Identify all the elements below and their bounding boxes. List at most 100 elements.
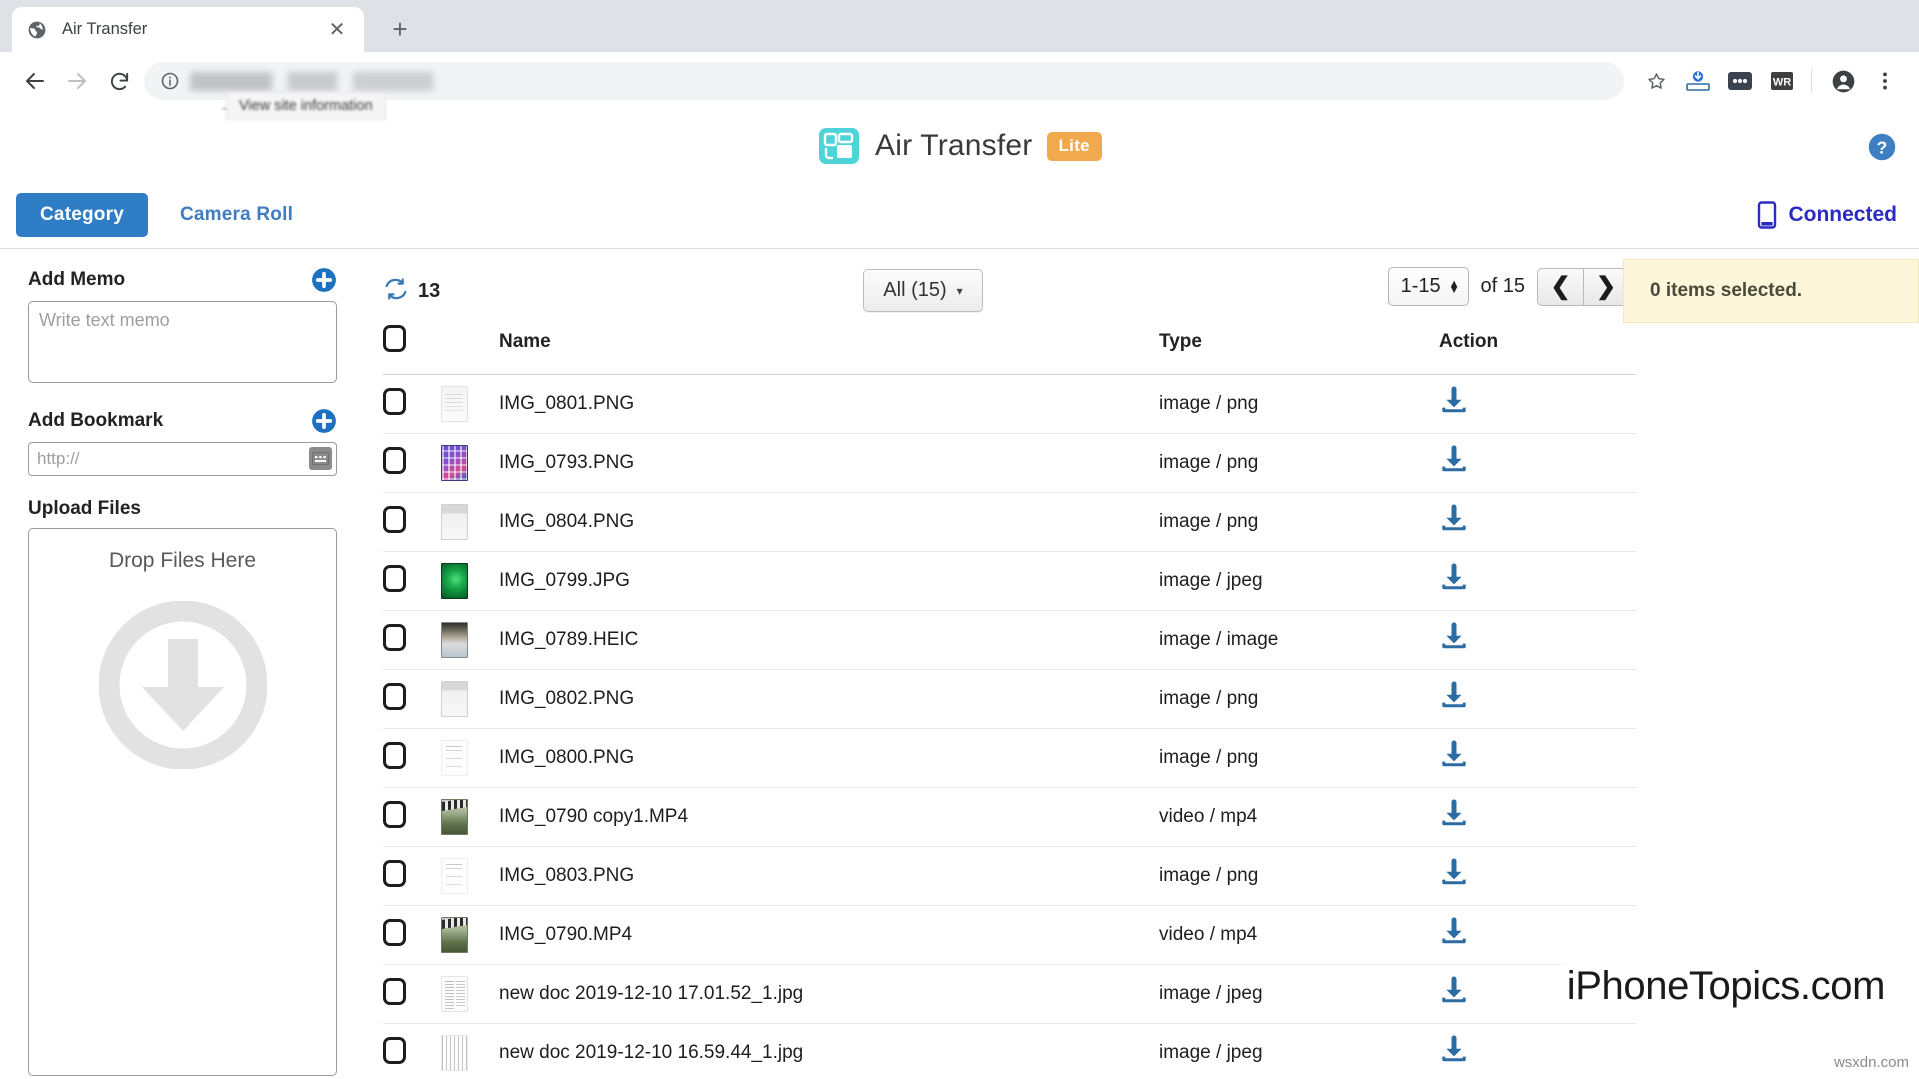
prev-page-button[interactable]: ❮ bbox=[1537, 268, 1583, 306]
extension-puzzle-icon[interactable] bbox=[1678, 61, 1718, 101]
row-action-cell bbox=[1439, 906, 1636, 965]
table-row[interactable]: IMG_0793.PNGimage / png bbox=[383, 434, 1636, 493]
row-name-cell[interactable]: IMG_0790 copy1.MP4 bbox=[499, 788, 1159, 847]
name-column-header[interactable]: Name bbox=[499, 315, 1159, 375]
table-row[interactable]: IMG_0801.PNGimage / png bbox=[383, 375, 1636, 434]
filter-dropdown[interactable]: All (15) ▾ bbox=[863, 269, 983, 312]
row-name-cell[interactable]: IMG_0803.PNG bbox=[499, 847, 1159, 906]
memo-textarea[interactable] bbox=[28, 301, 337, 383]
browser-tab-title: Air Transfer bbox=[62, 20, 324, 39]
three-dot-menu-icon[interactable] bbox=[1865, 61, 1905, 101]
tab-category[interactable]: Category bbox=[16, 193, 148, 237]
row-checkbox[interactable] bbox=[383, 447, 406, 474]
download-icon[interactable] bbox=[1439, 622, 1469, 652]
forward-icon[interactable] bbox=[56, 60, 98, 102]
download-icon[interactable] bbox=[1439, 740, 1469, 770]
download-icon[interactable] bbox=[1439, 681, 1469, 711]
row-thumbnail-cell bbox=[441, 611, 499, 670]
address-bar-url[interactable] bbox=[190, 72, 500, 91]
row-checkbox[interactable] bbox=[383, 388, 406, 415]
site-info-tooltip: View site information bbox=[226, 92, 386, 120]
row-name-cell[interactable]: new doc 2019-12-10 16.59.44_1.jpg bbox=[499, 1024, 1159, 1079]
file-list-toolbar: 13 All (15) ▾ 1-15 ▲▼ of 15 ❮ ❯ bbox=[373, 267, 1919, 315]
download-icon[interactable] bbox=[1439, 1035, 1469, 1065]
row-checkbox-cell bbox=[383, 670, 441, 729]
row-name-cell[interactable]: IMG_0789.HEIC bbox=[499, 611, 1159, 670]
row-checkbox[interactable] bbox=[383, 506, 406, 533]
download-icon[interactable] bbox=[1439, 799, 1469, 829]
type-column-header[interactable]: Type bbox=[1159, 315, 1439, 375]
file-thumbnail-icon bbox=[441, 504, 468, 540]
table-row[interactable]: IMG_0790 copy1.MP4video / mp4 bbox=[383, 788, 1636, 847]
row-name-cell[interactable]: IMG_0790.MP4 bbox=[499, 906, 1159, 965]
more-dots-icon[interactable] bbox=[1720, 61, 1760, 101]
select-all-checkbox[interactable] bbox=[383, 325, 406, 352]
reload-icon[interactable] bbox=[98, 60, 140, 102]
row-type-cell: image / jpeg bbox=[1159, 1024, 1439, 1079]
row-checkbox[interactable] bbox=[383, 919, 406, 946]
table-row[interactable]: IMG_0799.JPGimage / jpeg bbox=[383, 552, 1636, 611]
row-checkbox[interactable] bbox=[383, 742, 406, 769]
row-checkbox[interactable] bbox=[383, 1037, 406, 1064]
refresh-group[interactable]: 13 bbox=[383, 276, 440, 307]
download-icon[interactable] bbox=[1439, 563, 1469, 593]
download-icon[interactable] bbox=[1439, 386, 1469, 416]
file-thumbnail-icon bbox=[441, 740, 468, 776]
row-name-cell[interactable]: IMG_0799.JPG bbox=[499, 552, 1159, 611]
browser-tab[interactable]: Air Transfer ✕ bbox=[12, 7, 364, 52]
row-checkbox[interactable] bbox=[383, 565, 406, 592]
star-icon[interactable] bbox=[1636, 61, 1676, 101]
row-checkbox[interactable] bbox=[383, 683, 406, 710]
table-row[interactable]: new doc 2019-12-10 17.01.52_1.jpgimage /… bbox=[383, 965, 1636, 1024]
bookmark-url-input[interactable] bbox=[28, 442, 337, 476]
row-checkbox[interactable] bbox=[383, 801, 406, 828]
row-checkbox[interactable] bbox=[383, 978, 406, 1005]
download-icon[interactable] bbox=[1439, 445, 1469, 475]
row-thumbnail-cell bbox=[441, 434, 499, 493]
download-icon[interactable] bbox=[1439, 976, 1469, 1006]
download-icon[interactable] bbox=[1439, 858, 1469, 888]
site-info-icon[interactable] bbox=[158, 69, 182, 93]
table-row[interactable]: IMG_0803.PNGimage / png bbox=[383, 847, 1636, 906]
row-name-cell[interactable]: IMG_0804.PNG bbox=[499, 493, 1159, 552]
profile-avatar-icon[interactable] bbox=[1823, 61, 1863, 101]
row-action-cell bbox=[1439, 552, 1636, 611]
row-name-cell[interactable]: IMG_0800.PNG bbox=[499, 729, 1159, 788]
page-range-select[interactable]: 1-15 ▲▼ bbox=[1388, 267, 1469, 306]
new-tab-icon[interactable]: + bbox=[380, 9, 420, 49]
table-row[interactable]: IMG_0802.PNGimage / png bbox=[383, 670, 1636, 729]
table-row[interactable]: IMG_0790.MP4video / mp4 bbox=[383, 906, 1636, 965]
table-row[interactable]: IMG_0804.PNGimage / png bbox=[383, 493, 1636, 552]
row-thumbnail-cell bbox=[441, 729, 499, 788]
file-dropzone[interactable]: Drop Files Here bbox=[28, 528, 337, 1076]
table-row[interactable]: new doc 2019-12-10 16.59.44_1.jpgimage /… bbox=[383, 1024, 1636, 1079]
add-bookmark-plus-icon[interactable] bbox=[311, 408, 337, 434]
row-action-cell bbox=[1439, 1024, 1636, 1079]
keyboard-icon[interactable] bbox=[309, 447, 332, 470]
back-icon[interactable] bbox=[14, 60, 56, 102]
row-name-cell[interactable]: new doc 2019-12-10 17.01.52_1.jpg bbox=[499, 965, 1159, 1024]
refresh-icon[interactable] bbox=[383, 276, 409, 307]
table-row[interactable]: IMG_0800.PNGimage / png bbox=[383, 729, 1636, 788]
row-name-cell[interactable]: IMG_0801.PNG bbox=[499, 375, 1159, 434]
row-thumbnail-cell bbox=[441, 552, 499, 611]
table-row[interactable]: IMG_0789.HEICimage / image bbox=[383, 611, 1636, 670]
add-memo-plus-icon[interactable] bbox=[311, 267, 337, 293]
row-checkbox[interactable] bbox=[383, 860, 406, 887]
watermark-wsxdn: wsxdn.com bbox=[1834, 1054, 1909, 1071]
download-icon[interactable] bbox=[1439, 504, 1469, 534]
wr-extension-icon[interactable]: WR bbox=[1762, 61, 1802, 101]
tab-camera-roll[interactable]: Camera Roll bbox=[180, 204, 293, 226]
upload-files-section: Upload Files Drop Files Here bbox=[28, 498, 337, 1076]
file-thumbnail-icon bbox=[441, 917, 468, 953]
row-name-cell[interactable]: IMG_0802.PNG bbox=[499, 670, 1159, 729]
row-checkbox[interactable] bbox=[383, 624, 406, 651]
download-icon[interactable] bbox=[1439, 917, 1469, 947]
close-icon[interactable]: ✕ bbox=[324, 17, 350, 43]
page-range-label: 1-15 bbox=[1401, 275, 1441, 298]
spinner-arrows-icon[interactable]: ▲▼ bbox=[1449, 281, 1460, 293]
row-name-cell[interactable]: IMG_0793.PNG bbox=[499, 434, 1159, 493]
row-action-cell bbox=[1439, 670, 1636, 729]
help-question-icon[interactable]: ? bbox=[1867, 132, 1897, 162]
globe-icon bbox=[26, 19, 48, 41]
